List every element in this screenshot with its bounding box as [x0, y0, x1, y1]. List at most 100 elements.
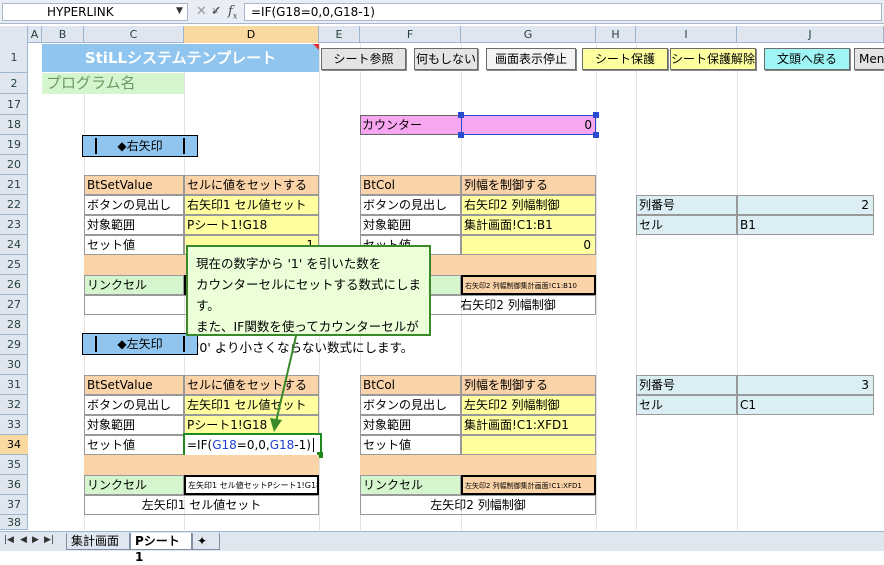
block3-link-value[interactable]: 左矢印1 セル値セットPシート1!G180 — [184, 475, 319, 495]
block4-l3: セット値 — [360, 435, 461, 455]
block4-v1[interactable]: 左矢印2 列幅制御 — [461, 395, 596, 415]
sheet-tab[interactable]: 集計画面 — [66, 533, 130, 550]
row-header[interactable]: 33 — [0, 415, 28, 435]
sheet-ref-button[interactable]: シート参照 — [321, 48, 406, 70]
row-header[interactable]: 19 — [0, 135, 28, 155]
text-cursor — [312, 438, 314, 452]
row-header[interactable]: 21 — [0, 175, 28, 195]
column-header[interactable]: I — [636, 26, 737, 43]
back-to-top-button[interactable]: 文頭へ戻る — [764, 48, 850, 70]
row-header[interactable]: 29 — [0, 335, 28, 355]
do-nothing-button[interactable]: 何もしない — [414, 48, 478, 70]
row-header[interactable]: 18 — [0, 115, 28, 135]
block2-v3[interactable]: 0 — [461, 235, 596, 255]
resize-handle[interactable] — [593, 132, 599, 138]
formula-input[interactable]: =IF(G18=0,0,G18-1) — [244, 3, 882, 21]
column-header[interactable]: A — [28, 26, 42, 43]
next-sheet-icon[interactable]: ▶ — [32, 535, 39, 545]
unprotect-sheet-button[interactable]: シート保護解除 — [670, 48, 756, 70]
fx-icon[interactable]: fx — [228, 4, 237, 21]
block1-v2[interactable]: Pシート1!G18 — [184, 215, 319, 235]
callout-line: カウンターセルにセットする数式にします。 — [196, 277, 422, 313]
column-header[interactable]: B — [42, 26, 84, 43]
prev-sheet-icon[interactable]: ◀ — [20, 535, 27, 545]
row-header[interactable]: 30 — [0, 355, 28, 375]
row-header[interactable]: 23 — [0, 215, 28, 235]
row-header[interactable]: 24 — [0, 235, 28, 255]
row-header[interactable]: 2 — [0, 73, 28, 94]
block4-l1: ボタンの見出し — [360, 395, 461, 415]
program-name-label: プログラム名 — [42, 73, 184, 94]
stop-screen-update-button[interactable]: 画面表示停止 — [486, 48, 576, 70]
block4-link-value[interactable]: 左矢印2 列幅制御集計画面!C1:XFD1 — [461, 475, 596, 495]
block1-link-label: リンクセル — [84, 275, 184, 295]
row-header[interactable]: 17 — [0, 94, 28, 115]
comment-marker — [313, 44, 319, 50]
resize-handle[interactable] — [458, 132, 464, 138]
row-header[interactable]: 25 — [0, 255, 28, 275]
right-arrow-label: ◆右矢印 — [117, 139, 163, 153]
protect-sheet-button[interactable]: シート保護 — [582, 48, 668, 70]
row-header[interactable]: 22 — [0, 195, 28, 215]
block4-h2: 列幅を制御する — [461, 375, 596, 395]
block4-spacer — [360, 455, 596, 475]
block2-v2[interactable]: 集計画面!C1:B1 — [461, 215, 596, 235]
block3-v3-editing[interactable]: =IF(G18=0,0,G18-1) — [183, 433, 322, 457]
column-header[interactable]: J — [737, 26, 884, 43]
counter-label: カウンター — [362, 118, 423, 132]
block2-v1[interactable]: 右矢印2 列幅制御 — [461, 195, 596, 215]
row-headers: 1 2 17 18 19 20 21 22 23 24 25 26 27 28 … — [0, 43, 28, 530]
row-header[interactable]: 20 — [0, 155, 28, 175]
enter-icon[interactable]: ✓ — [211, 4, 222, 19]
left-arrow-button[interactable]: ◆左矢印 — [82, 333, 198, 355]
row-header[interactable]: 35 — [0, 455, 28, 475]
sheet-tab-bar: |◀ ◀ ▶ ▶| 集計画面 Pシート1 ✦ — [0, 531, 884, 564]
name-box[interactable]: HYPERLINK — [2, 3, 188, 21]
select-all-button[interactable] — [0, 26, 28, 43]
column-header[interactable]: H — [596, 26, 636, 43]
info1-v1: 2 — [737, 195, 874, 215]
info1-l2: セル — [636, 215, 737, 235]
column-header[interactable]: G — [461, 26, 596, 43]
row-header[interactable]: 28 — [0, 315, 28, 335]
new-sheet-icon[interactable]: ✦ — [192, 533, 220, 550]
cancel-icon[interactable]: ✕ — [196, 4, 207, 19]
block1-l3: セット値 — [84, 235, 184, 255]
info1-l1: 列番号 — [636, 195, 737, 215]
first-sheet-icon[interactable]: |◀ — [4, 535, 14, 545]
block3-h1: BtSetValue — [84, 375, 184, 395]
block1-v1[interactable]: 右矢印1 セル値セット — [184, 195, 319, 215]
column-header[interactable]: C — [84, 26, 184, 43]
row-header[interactable]: 32 — [0, 395, 28, 415]
block2-l2: 対象範囲 — [360, 215, 461, 235]
block4-h1: BtCol — [360, 375, 461, 395]
block3-link-label: リンクセル — [84, 475, 184, 495]
last-sheet-icon[interactable]: ▶| — [44, 535, 54, 545]
chevron-down-icon[interactable]: ▼ — [176, 6, 183, 16]
row-header[interactable]: 37 — [0, 495, 28, 515]
block2-link-value[interactable]: 右矢印2 列幅制御集計画面!C1:B10 — [461, 275, 596, 295]
row-header[interactable]: 26 — [0, 275, 28, 295]
menu-button[interactable]: Menu — [854, 48, 884, 70]
row-header[interactable]: 27 — [0, 295, 28, 315]
formula-bar: HYPERLINK ▼ ✕ ✕ ✓ fx =IF(G18=0,0,G18-1) — [0, 0, 884, 24]
block4-v3[interactable] — [461, 435, 596, 455]
row-header[interactable]: 31 — [0, 375, 28, 395]
right-arrow-button[interactable]: ◆右矢印 — [82, 135, 198, 157]
block2-h2: 列幅を制御する — [461, 175, 596, 195]
block4-v2[interactable]: 集計画面!C1:XFD1 — [461, 415, 596, 435]
row-header[interactable]: 1 — [0, 43, 28, 73]
row-header[interactable]: 36 — [0, 475, 28, 495]
column-header[interactable]: D — [184, 26, 319, 43]
resize-handle[interactable] — [458, 112, 464, 118]
row-header[interactable]: 34 — [0, 435, 28, 455]
column-header[interactable]: E — [319, 26, 360, 43]
left-arrow-label: ◆左矢印 — [117, 337, 163, 351]
callout-line: 現在の数字から '1' を引いた数を — [196, 256, 382, 271]
block1-h1: BtSetValue — [84, 175, 184, 195]
row-header[interactable]: 38 — [0, 515, 28, 530]
column-header[interactable]: F — [360, 26, 461, 43]
resize-handle[interactable] — [593, 112, 599, 118]
callout-arrow-icon — [270, 335, 297, 432]
sheet-tab-active[interactable]: Pシート1 — [130, 533, 192, 564]
